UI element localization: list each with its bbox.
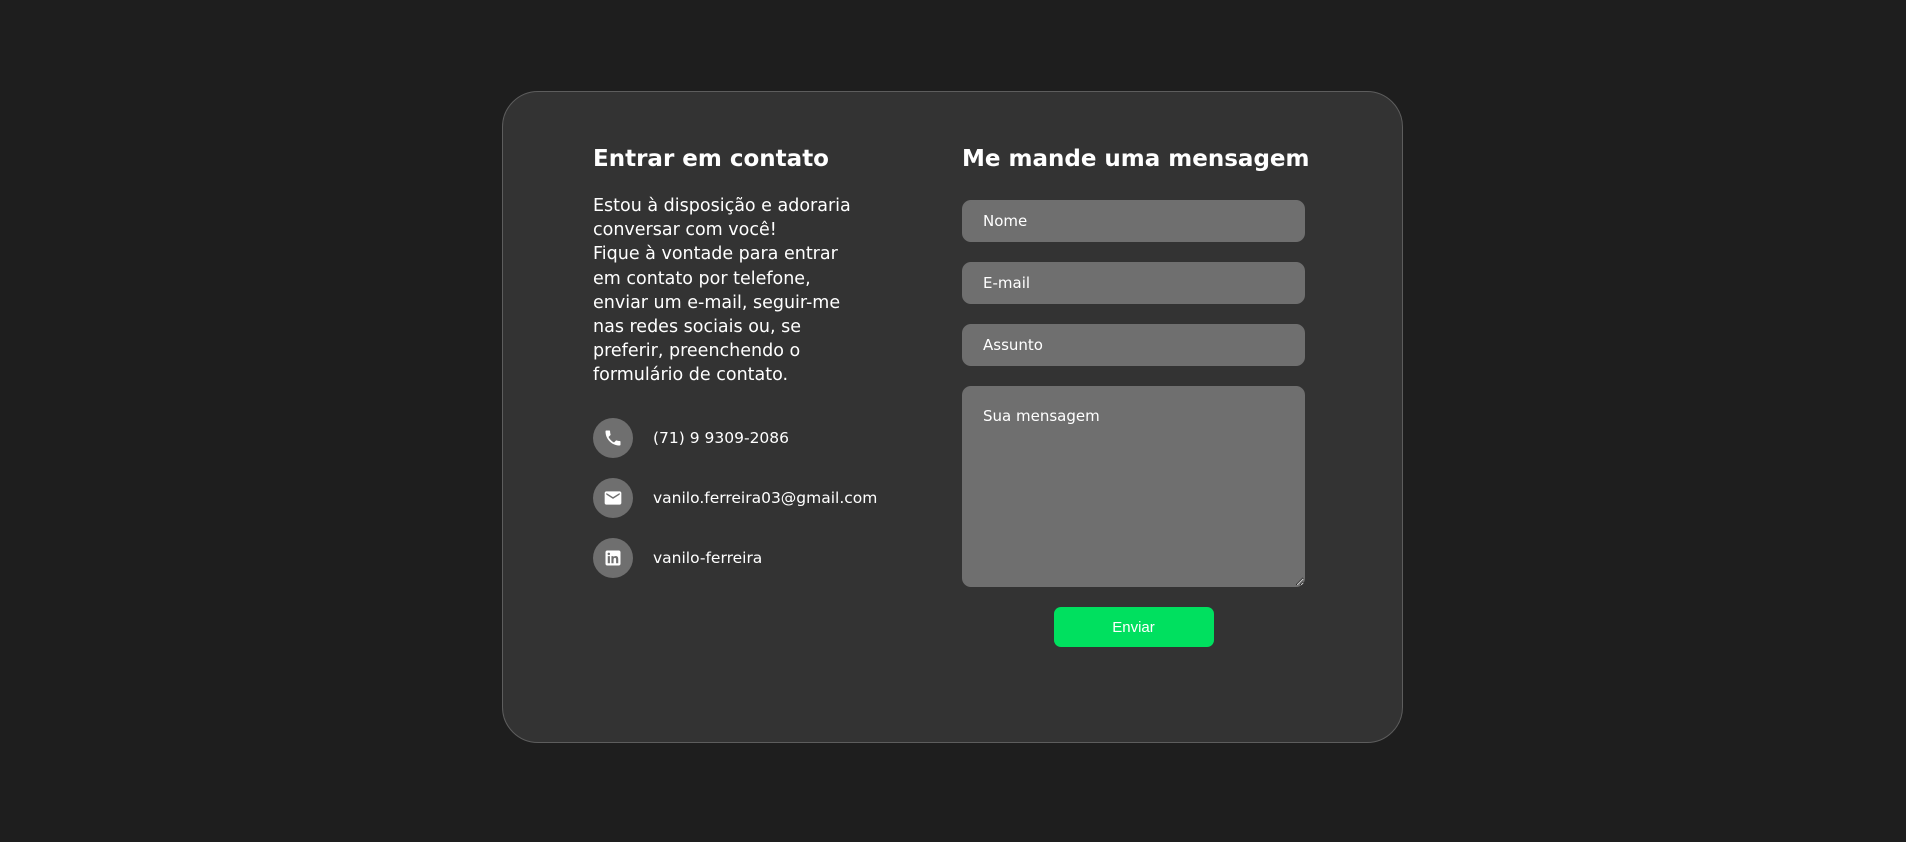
intro-line-2: Fique à vontade para entrar em contato p…: [593, 244, 841, 386]
email-input[interactable]: [962, 262, 1305, 304]
phone-icon: [593, 417, 633, 458]
contact-item-linkedin[interactable]: vanilo-ferreira: [593, 537, 883, 578]
contact-item-phone[interactable]: (71) 9 9309-2086: [593, 417, 883, 458]
form-title: Me mande uma mensagem: [962, 146, 1310, 172]
contact-item-email[interactable]: vanilo.ferreira03@gmail.com: [593, 477, 883, 518]
subject-input[interactable]: [962, 324, 1305, 366]
email-address: vanilo.ferreira03@gmail.com: [653, 488, 878, 507]
contact-info-section: Entrar em contato Estou à disposição e a…: [593, 144, 883, 598]
contact-card: Entrar em contato Estou à disposição e a…: [502, 91, 1403, 743]
message-textarea[interactable]: [962, 386, 1305, 587]
contact-title: Entrar em contato: [593, 146, 829, 172]
linkedin-icon: [593, 537, 633, 578]
linkedin-handle: vanilo-ferreira: [653, 548, 763, 567]
submit-wrapper: Enviar: [962, 607, 1305, 647]
email-icon: [593, 477, 633, 518]
message-form-section: Me mande uma mensagem Enviar: [962, 144, 1310, 647]
intro-line-1: Estou à disposição e adoraria conversar …: [593, 196, 851, 241]
contact-intro: Estou à disposição e adoraria conversar …: [593, 194, 863, 388]
contact-list: (71) 9 9309-2086 vanilo.ferreira03@gmail…: [593, 417, 883, 578]
contact-form: Enviar: [962, 200, 1305, 647]
phone-number: (71) 9 9309-2086: [653, 428, 790, 447]
send-button[interactable]: Enviar: [1053, 607, 1214, 647]
name-input[interactable]: [962, 200, 1305, 242]
